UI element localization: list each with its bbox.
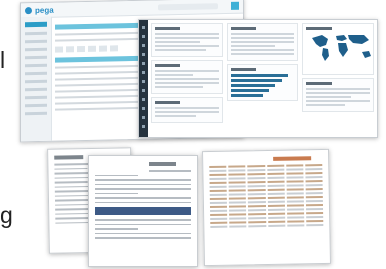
data-table (209, 164, 324, 228)
sidebar-item[interactable] (25, 71, 47, 76)
cropped-letter-top: l (0, 47, 6, 73)
sidebar-item[interactable] (25, 55, 47, 60)
sidebar-item[interactable] (25, 31, 47, 36)
sidebar-item[interactable] (25, 63, 47, 68)
world-map-icon (312, 35, 372, 61)
search-input[interactable] (158, 3, 218, 11)
app-header: pega (21, 0, 243, 19)
letter-document (88, 155, 198, 267)
highlighted-table (95, 207, 191, 215)
summary-card (151, 60, 223, 94)
detail-card (226, 23, 299, 61)
sidebar-item[interactable] (25, 95, 47, 100)
summary-card (151, 23, 223, 57)
cropped-letter-bottom: g (0, 202, 13, 228)
detail-card (302, 78, 375, 112)
sidebar-item[interactable] (25, 111, 47, 116)
dashboard-column (226, 23, 299, 134)
map-card (302, 23, 375, 75)
dashboard-column (151, 23, 223, 134)
dashboard-column (302, 23, 375, 134)
dashboard-columns (151, 23, 375, 134)
product-collage: l g pega (0, 0, 386, 269)
dashboard-panel (138, 19, 378, 138)
sidebar-item[interactable] (25, 47, 47, 52)
sidebar-item[interactable] (25, 39, 47, 44)
summary-card (151, 97, 223, 123)
sidebar-item-active[interactable] (25, 21, 47, 28)
sidebar-item[interactable] (25, 79, 47, 84)
spreadsheet-document (202, 148, 331, 267)
brand-name: pega (35, 5, 54, 15)
sidebar (21, 16, 52, 142)
sidebar-item[interactable] (25, 87, 47, 92)
dashboard-rail (139, 20, 148, 137)
bar-list (230, 74, 295, 97)
search-icon[interactable] (231, 1, 239, 10)
logo-icon (25, 6, 32, 14)
sidebar-item[interactable] (25, 103, 47, 108)
ranking-card (226, 64, 299, 101)
